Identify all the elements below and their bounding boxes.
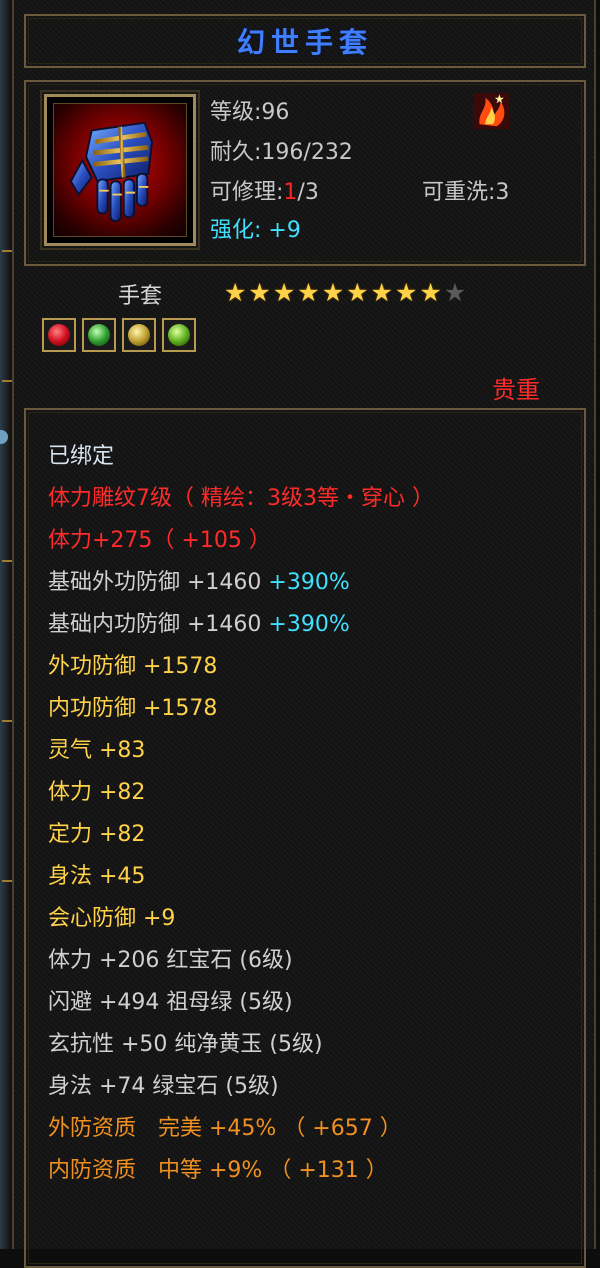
star-filled-icon: ★ — [321, 278, 345, 307]
int-def-quality: 内防资质 中等 +9% （ +131 ） — [48, 1158, 388, 1183]
star-filled-icon: ★ — [419, 278, 442, 307]
engraving: 体力雕纹7级（ 精绘：3级3等・穿心 ） — [48, 486, 434, 511]
crit-defense: 会心防御 +9 — [48, 906, 176, 931]
star-empty-icon: ★ — [443, 278, 467, 307]
item-name: 幻世手套 — [236, 26, 373, 59]
star-filled-icon: ★ — [297, 278, 320, 307]
item-enhance: 强化: +9 — [210, 218, 301, 243]
int-defense: 内功防御 +1578 — [48, 696, 218, 721]
item-level: 等级:96 — [210, 100, 290, 125]
stamina: 体力 +82 — [48, 780, 146, 805]
item-tooltip: 幻世手套 等级:96 耐久:196/232 可修理:1/3 可重洗:3 强化: … — [12, 0, 596, 1268]
red-gem-icon[interactable] — [42, 318, 76, 352]
star-filled-icon: ★ — [224, 278, 247, 307]
item-durability: 耐久:196/232 — [210, 140, 353, 165]
gem-stat-2: 闪避 +494 祖母绿 (5级) — [48, 990, 293, 1015]
green-gem-icon[interactable] — [82, 318, 116, 352]
base-ext-defense: 基础外功防御 +1460 +390% — [48, 570, 350, 595]
emerald-gem-icon[interactable] — [162, 318, 196, 352]
title-bar: 幻世手套 — [24, 14, 586, 68]
attributes-panel: 已绑定 体力雕纹7级（ 精绘：3级3等・穿心 ） 体力+275（ +105 ） … — [24, 408, 586, 1268]
agility: 身法 +45 — [48, 864, 146, 889]
star-filled-icon: ★ — [272, 278, 296, 307]
gem-slots — [42, 318, 196, 352]
bound-status: 已绑定 — [48, 444, 115, 469]
edge-marker — [0, 430, 8, 444]
item-info-panel: 等级:96 耐久:196/232 可修理:1/3 可重洗:3 强化: +9 — [24, 80, 586, 266]
gem-stat-3: 玄抗性 +50 纯净黄玉 (5级) — [48, 1032, 323, 1057]
star-filled-icon: ★ — [370, 278, 393, 307]
star-rating: ★ ★ ★ ★ ★ ★ ★ ★ ★ ★ — [224, 280, 466, 306]
engraving-bonus: 体力+275（ +105 ） — [48, 528, 271, 553]
star-filled-icon: ★ — [394, 278, 418, 307]
item-type: 手套 — [118, 284, 163, 309]
ext-defense: 外功防御 +1578 — [48, 654, 218, 679]
gauntlet-icon — [69, 121, 154, 222]
item-portrait — [40, 90, 200, 250]
flame-badge-icon — [472, 92, 510, 130]
item-rewash: 可重洗:3 — [422, 180, 510, 205]
ext-def-quality: 外防资质 完美 +45% （ +657 ） — [48, 1116, 402, 1141]
yellow-gem-icon[interactable] — [122, 318, 156, 352]
item-repairable: 可修理:1/3 — [210, 180, 319, 205]
gem-stat-4: 身法 +74 绿宝石 (5级) — [48, 1074, 279, 1099]
spirit: 灵气 +83 — [48, 738, 146, 763]
star-filled-icon: ★ — [346, 278, 369, 307]
star-filled-icon: ★ — [248, 278, 271, 307]
focus: 定力 +82 — [48, 822, 146, 847]
gem-stat-1: 体力 +206 红宝石 (6级) — [48, 948, 293, 973]
base-int-defense: 基础内功防御 +1460 +390% — [48, 612, 350, 637]
item-quality: 贵重 — [492, 376, 540, 404]
